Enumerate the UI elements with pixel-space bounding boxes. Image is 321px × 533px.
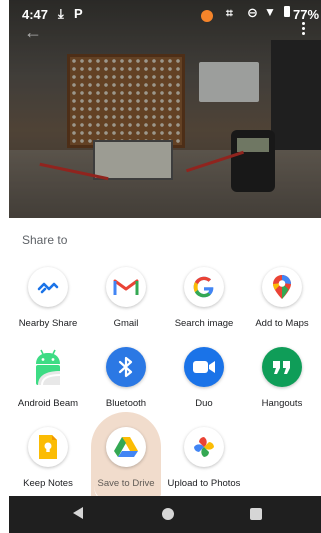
share-target-label: Duo [195,398,213,409]
share-target-duo[interactable]: Duo [165,344,243,424]
share-target-label: Bluetooth [105,398,147,409]
back-arrow-icon[interactable]: ← [24,22,42,43]
nav-recents-icon[interactable] [250,508,262,520]
more-options-icon[interactable] [302,22,306,37]
share-target-label: Upload to Photos [167,478,241,489]
duo-icon [184,347,224,387]
nearby-share-icon [28,267,68,307]
scan-icon: ⌗ [226,6,233,20]
wifi-icon: ▼ [264,5,276,19]
share-target-label: Search image [174,318,234,329]
share-target-keep-notes[interactable]: Keep Notes [9,424,87,504]
share-sheet-title: Share to [22,233,68,247]
share-target-search-image[interactable]: Search image [165,264,243,344]
share-target-nearby-share[interactable]: Nearby Share [9,264,87,344]
nav-back-icon[interactable] [73,507,83,519]
bluetooth-icon [106,347,146,387]
share-sheet: Share to Nearby Share Gmail Search image [9,218,321,496]
share-target-label: Android Beam [17,398,79,409]
photos-icon [184,427,224,467]
dnd-icon: ⊖ [247,5,258,20]
maps-pin-icon [262,267,302,307]
download-icon: ⤓ [58,6,64,21]
battery-icon [284,6,290,17]
google-icon [184,267,224,307]
navigation-bar [9,496,321,533]
notification-dot-icon [201,10,213,22]
gmail-icon [106,267,146,307]
keep-icon [28,427,68,467]
share-target-upload-to-photos[interactable]: Upload to Photos [165,424,243,504]
share-target-hangouts[interactable]: Hangouts [243,344,321,424]
share-target-label: Keep Notes [23,478,73,489]
share-target-android-beam[interactable]: Android Beam [9,344,87,424]
nav-home-icon[interactable] [162,508,174,520]
share-target-gmail[interactable]: Gmail [87,264,165,344]
share-target-add-to-maps[interactable]: Add to Maps [243,264,321,344]
share-target-label: Gmail [113,318,139,329]
share-target-label: Hangouts [261,398,303,409]
parking-icon: P [74,6,83,21]
share-target-label: Nearby Share [18,318,78,329]
drive-icon [106,427,146,467]
hangouts-icon [262,347,302,387]
status-bar: 4:47 ⤓ P ⌗ ⊖ ▼ 77% [0,0,321,28]
shared-photo-preview [9,0,321,218]
status-time: 4:47 [22,7,49,22]
share-target-label: Add to Maps [255,318,309,329]
android-icon [28,347,68,387]
battery-percent: 77% [293,7,320,22]
